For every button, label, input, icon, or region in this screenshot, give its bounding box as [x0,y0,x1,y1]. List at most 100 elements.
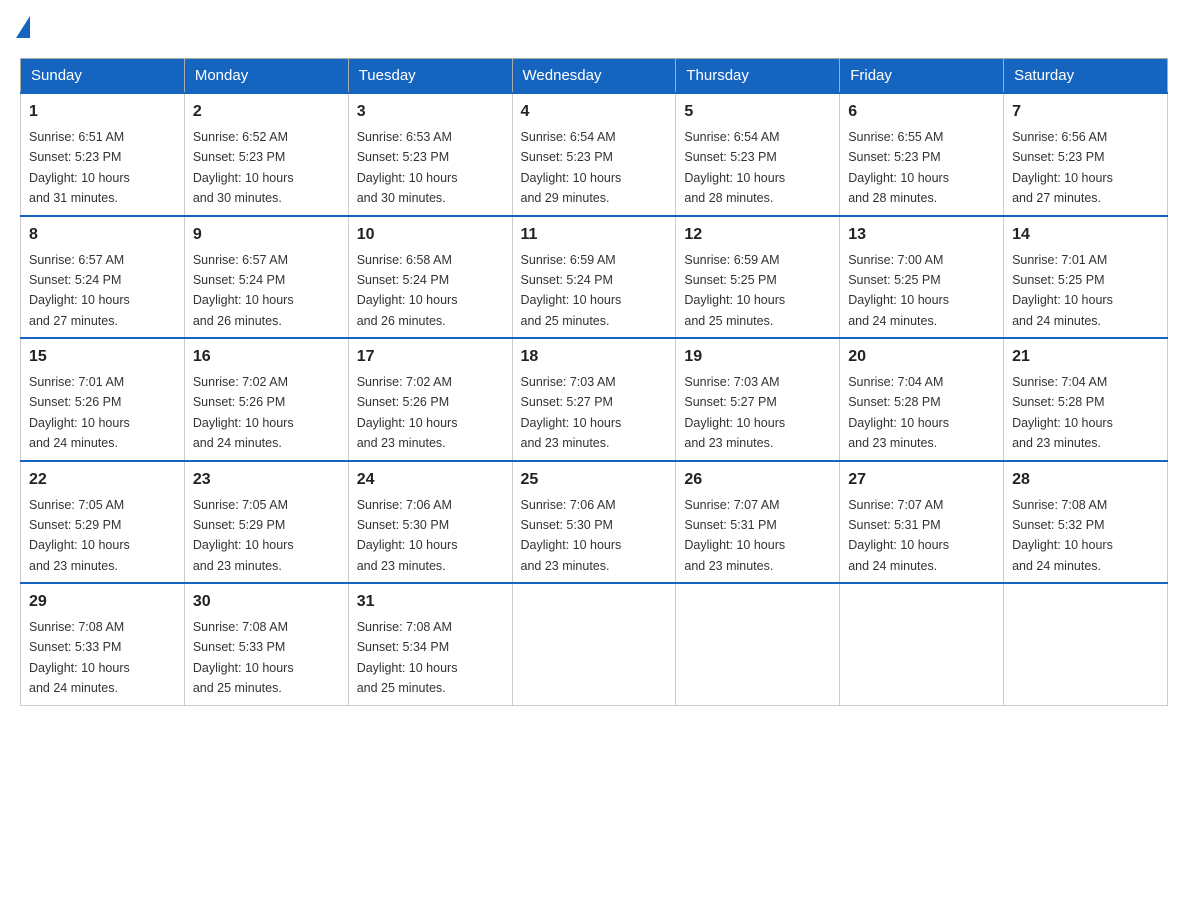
calendar-cell: 5 Sunrise: 6:54 AMSunset: 5:23 PMDayligh… [676,93,840,216]
day-number: 20 [848,345,995,369]
calendar-cell: 14 Sunrise: 7:01 AMSunset: 5:25 PMDaylig… [1004,216,1168,339]
calendar-cell [840,583,1004,705]
day-number: 8 [29,223,176,247]
calendar-cell [676,583,840,705]
day-number: 5 [684,100,831,124]
day-info: Sunrise: 7:01 AMSunset: 5:26 PMDaylight:… [29,375,130,450]
day-number: 22 [29,468,176,492]
day-number: 27 [848,468,995,492]
calendar-cell: 23 Sunrise: 7:05 AMSunset: 5:29 PMDaylig… [184,461,348,584]
day-number: 23 [193,468,340,492]
day-info: Sunrise: 6:54 AMSunset: 5:23 PMDaylight:… [684,130,785,205]
day-number: 15 [29,345,176,369]
calendar-week-row: 8 Sunrise: 6:57 AMSunset: 5:24 PMDayligh… [21,216,1168,339]
day-info: Sunrise: 7:04 AMSunset: 5:28 PMDaylight:… [848,375,949,450]
day-info: Sunrise: 7:08 AMSunset: 5:32 PMDaylight:… [1012,498,1113,573]
calendar-table: SundayMondayTuesdayWednesdayThursdayFrid… [20,58,1168,706]
day-number: 24 [357,468,504,492]
day-number: 9 [193,223,340,247]
logo [20,20,30,38]
calendar-week-row: 15 Sunrise: 7:01 AMSunset: 5:26 PMDaylig… [21,338,1168,461]
calendar-cell: 15 Sunrise: 7:01 AMSunset: 5:26 PMDaylig… [21,338,185,461]
calendar-week-row: 1 Sunrise: 6:51 AMSunset: 5:23 PMDayligh… [21,93,1168,216]
day-number: 21 [1012,345,1159,369]
day-number: 30 [193,590,340,614]
calendar-cell: 17 Sunrise: 7:02 AMSunset: 5:26 PMDaylig… [348,338,512,461]
logo-triangle-icon [16,16,30,38]
calendar-cell: 29 Sunrise: 7:08 AMSunset: 5:33 PMDaylig… [21,583,185,705]
calendar-cell: 24 Sunrise: 7:06 AMSunset: 5:30 PMDaylig… [348,461,512,584]
day-number: 26 [684,468,831,492]
calendar-header-row: SundayMondayTuesdayWednesdayThursdayFrid… [21,59,1168,94]
calendar-cell: 9 Sunrise: 6:57 AMSunset: 5:24 PMDayligh… [184,216,348,339]
column-header-thursday: Thursday [676,59,840,94]
calendar-week-row: 22 Sunrise: 7:05 AMSunset: 5:29 PMDaylig… [21,461,1168,584]
calendar-cell [1004,583,1168,705]
calendar-cell: 13 Sunrise: 7:00 AMSunset: 5:25 PMDaylig… [840,216,1004,339]
day-info: Sunrise: 6:59 AMSunset: 5:25 PMDaylight:… [684,253,785,328]
column-header-monday: Monday [184,59,348,94]
day-info: Sunrise: 6:59 AMSunset: 5:24 PMDaylight:… [521,253,622,328]
day-number: 13 [848,223,995,247]
day-info: Sunrise: 6:51 AMSunset: 5:23 PMDaylight:… [29,130,130,205]
day-number: 7 [1012,100,1159,124]
day-info: Sunrise: 6:57 AMSunset: 5:24 PMDaylight:… [193,253,294,328]
calendar-cell: 16 Sunrise: 7:02 AMSunset: 5:26 PMDaylig… [184,338,348,461]
day-info: Sunrise: 7:02 AMSunset: 5:26 PMDaylight:… [193,375,294,450]
day-info: Sunrise: 6:53 AMSunset: 5:23 PMDaylight:… [357,130,458,205]
day-info: Sunrise: 7:08 AMSunset: 5:33 PMDaylight:… [29,620,130,695]
calendar-cell: 2 Sunrise: 6:52 AMSunset: 5:23 PMDayligh… [184,93,348,216]
calendar-cell: 27 Sunrise: 7:07 AMSunset: 5:31 PMDaylig… [840,461,1004,584]
calendar-cell: 12 Sunrise: 6:59 AMSunset: 5:25 PMDaylig… [676,216,840,339]
day-number: 4 [521,100,668,124]
calendar-cell: 20 Sunrise: 7:04 AMSunset: 5:28 PMDaylig… [840,338,1004,461]
calendar-cell: 30 Sunrise: 7:08 AMSunset: 5:33 PMDaylig… [184,583,348,705]
day-info: Sunrise: 7:02 AMSunset: 5:26 PMDaylight:… [357,375,458,450]
day-info: Sunrise: 7:06 AMSunset: 5:30 PMDaylight:… [357,498,458,573]
column-header-sunday: Sunday [21,59,185,94]
day-number: 19 [684,345,831,369]
day-number: 11 [521,223,668,247]
day-info: Sunrise: 6:55 AMSunset: 5:23 PMDaylight:… [848,130,949,205]
calendar-cell: 18 Sunrise: 7:03 AMSunset: 5:27 PMDaylig… [512,338,676,461]
calendar-cell: 22 Sunrise: 7:05 AMSunset: 5:29 PMDaylig… [21,461,185,584]
day-info: Sunrise: 7:08 AMSunset: 5:33 PMDaylight:… [193,620,294,695]
day-info: Sunrise: 7:06 AMSunset: 5:30 PMDaylight:… [521,498,622,573]
day-info: Sunrise: 7:08 AMSunset: 5:34 PMDaylight:… [357,620,458,695]
calendar-cell: 19 Sunrise: 7:03 AMSunset: 5:27 PMDaylig… [676,338,840,461]
day-info: Sunrise: 6:56 AMSunset: 5:23 PMDaylight:… [1012,130,1113,205]
day-info: Sunrise: 6:57 AMSunset: 5:24 PMDaylight:… [29,253,130,328]
calendar-cell: 3 Sunrise: 6:53 AMSunset: 5:23 PMDayligh… [348,93,512,216]
calendar-cell: 10 Sunrise: 6:58 AMSunset: 5:24 PMDaylig… [348,216,512,339]
calendar-cell: 7 Sunrise: 6:56 AMSunset: 5:23 PMDayligh… [1004,93,1168,216]
day-number: 29 [29,590,176,614]
column-header-wednesday: Wednesday [512,59,676,94]
calendar-cell: 4 Sunrise: 6:54 AMSunset: 5:23 PMDayligh… [512,93,676,216]
day-info: Sunrise: 6:52 AMSunset: 5:23 PMDaylight:… [193,130,294,205]
day-number: 18 [521,345,668,369]
calendar-cell: 11 Sunrise: 6:59 AMSunset: 5:24 PMDaylig… [512,216,676,339]
calendar-cell: 21 Sunrise: 7:04 AMSunset: 5:28 PMDaylig… [1004,338,1168,461]
day-number: 3 [357,100,504,124]
day-info: Sunrise: 7:05 AMSunset: 5:29 PMDaylight:… [193,498,294,573]
calendar-cell: 28 Sunrise: 7:08 AMSunset: 5:32 PMDaylig… [1004,461,1168,584]
day-info: Sunrise: 7:03 AMSunset: 5:27 PMDaylight:… [684,375,785,450]
column-header-tuesday: Tuesday [348,59,512,94]
calendar-cell: 8 Sunrise: 6:57 AMSunset: 5:24 PMDayligh… [21,216,185,339]
day-number: 14 [1012,223,1159,247]
day-number: 28 [1012,468,1159,492]
day-number: 25 [521,468,668,492]
day-info: Sunrise: 7:07 AMSunset: 5:31 PMDaylight:… [684,498,785,573]
calendar-cell: 6 Sunrise: 6:55 AMSunset: 5:23 PMDayligh… [840,93,1004,216]
day-number: 6 [848,100,995,124]
day-number: 31 [357,590,504,614]
day-number: 16 [193,345,340,369]
day-info: Sunrise: 7:04 AMSunset: 5:28 PMDaylight:… [1012,375,1113,450]
day-info: Sunrise: 7:05 AMSunset: 5:29 PMDaylight:… [29,498,130,573]
calendar-cell: 31 Sunrise: 7:08 AMSunset: 5:34 PMDaylig… [348,583,512,705]
day-number: 17 [357,345,504,369]
day-info: Sunrise: 7:03 AMSunset: 5:27 PMDaylight:… [521,375,622,450]
day-info: Sunrise: 6:54 AMSunset: 5:23 PMDaylight:… [521,130,622,205]
page-header [20,20,1168,38]
day-number: 1 [29,100,176,124]
